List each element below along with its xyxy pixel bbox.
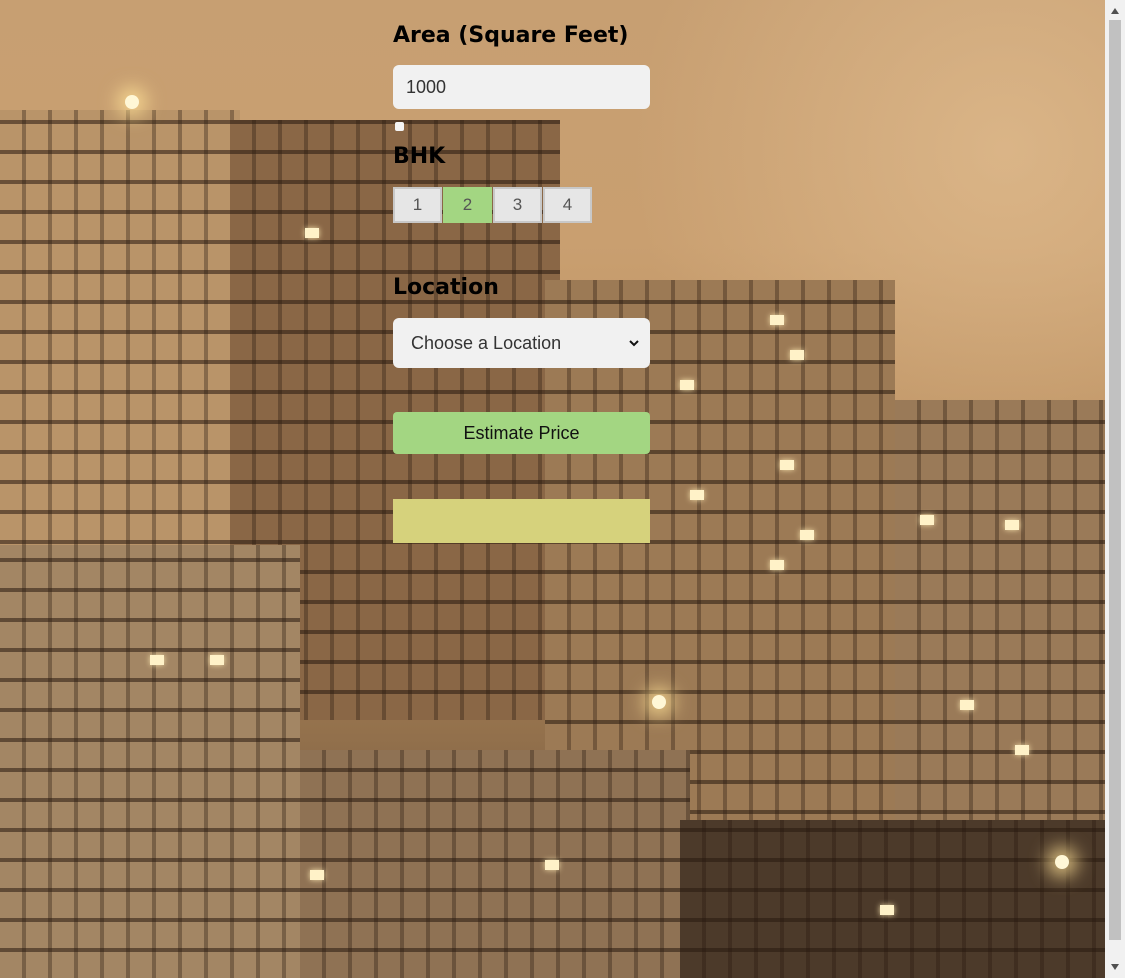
city-background-image (0, 0, 1105, 978)
estimate-price-button[interactable]: Estimate Price (393, 412, 650, 454)
bhk-option-4[interactable]: 4 (543, 187, 592, 223)
location-select[interactable]: Choose a Location (393, 318, 650, 368)
bhk-switch-field: 1 2 3 4 (393, 187, 593, 223)
area-input[interactable]: 1000 (393, 65, 650, 109)
bhk-option-2[interactable]: 2 (443, 187, 492, 223)
location-label: Location (393, 275, 499, 300)
scroll-up-button[interactable] (1105, 2, 1125, 20)
estimated-price-result (393, 499, 650, 543)
vertical-scrollbar[interactable] (1105, 0, 1125, 978)
scrollbar-thumb[interactable] (1109, 20, 1121, 940)
building-bottom-right (680, 820, 1105, 978)
area-input-value: 1000 (406, 76, 447, 97)
hidden-radio-input[interactable] (395, 122, 404, 131)
scroll-down-button[interactable] (1105, 958, 1125, 976)
building-far-right (895, 400, 1105, 840)
page: Area (Square Feet) 1000 BHK 1 2 3 4 Loca… (0, 0, 1125, 978)
area-label: Area (Square Feet) (393, 23, 629, 48)
location-select-value: Choose a Location (411, 332, 562, 353)
bhk-option-1[interactable]: 1 (393, 187, 442, 223)
street-lamp (1055, 855, 1069, 869)
chevron-down-icon (629, 340, 639, 347)
bhk-option-3[interactable]: 3 (493, 187, 542, 223)
street-lamp (125, 95, 139, 109)
triangle-up-icon (1111, 8, 1119, 14)
street-lamp (652, 695, 666, 709)
triangle-down-icon (1111, 964, 1119, 970)
building-left-low (0, 545, 300, 978)
bhk-label: BHK (393, 144, 446, 169)
